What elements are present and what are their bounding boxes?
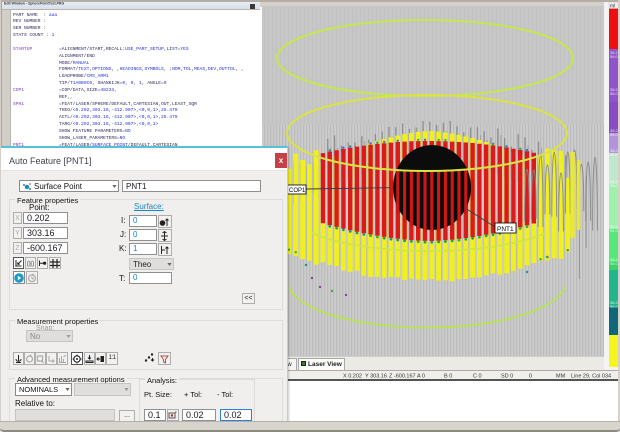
svg-text:PNT1: PNT1 bbox=[497, 226, 514, 233]
svg-text:ml: ml bbox=[610, 4, 615, 10]
svg-text:COP1: COP1 bbox=[289, 188, 306, 194]
